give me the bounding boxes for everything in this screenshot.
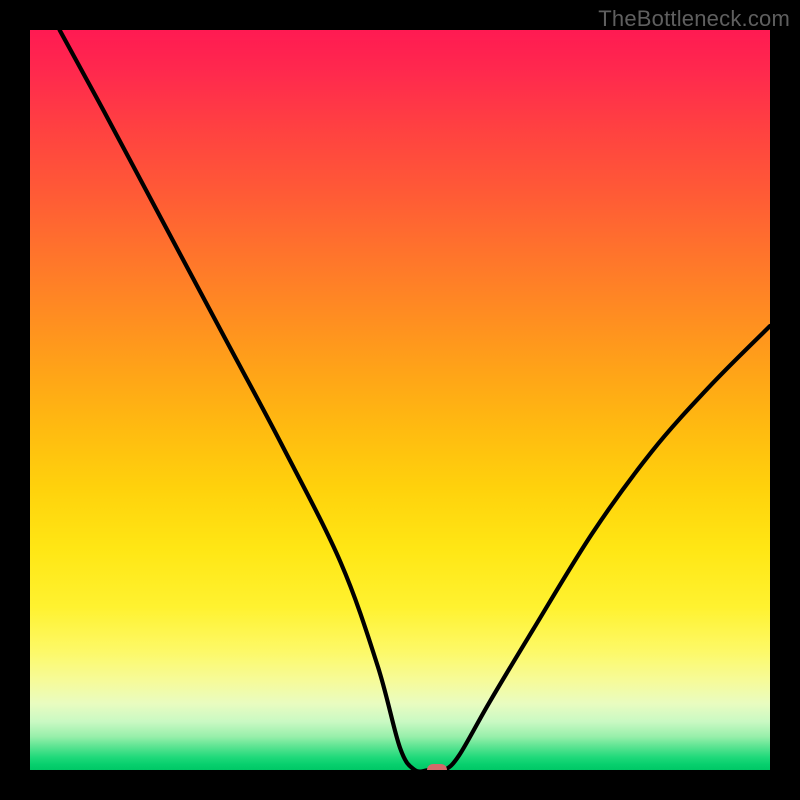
chart-frame: TheBottleneck.com (0, 0, 800, 800)
bottleneck-curve-path (60, 30, 770, 770)
curve-layer (30, 30, 770, 770)
plot-area (30, 30, 770, 770)
watermark-text: TheBottleneck.com (598, 6, 790, 32)
optimum-marker (427, 764, 447, 770)
